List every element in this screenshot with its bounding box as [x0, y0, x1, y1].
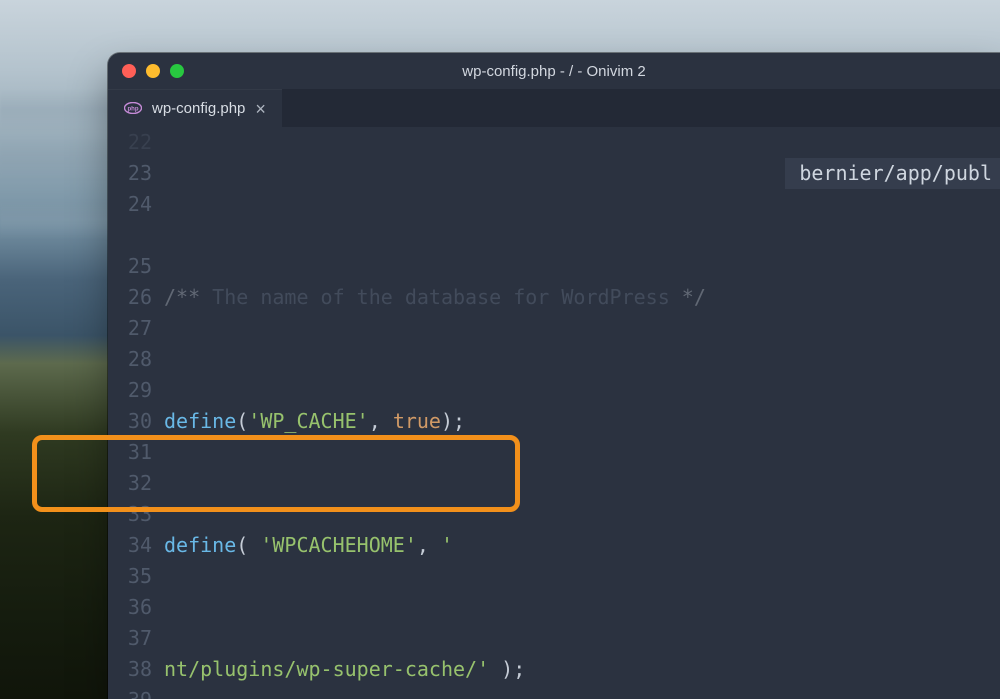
- tab-bar: php wp-config.php ×: [108, 89, 1000, 127]
- titlebar: wp-config.php - / - Onivim 2: [108, 53, 1000, 89]
- code-line: /** The name of the database for WordPre…: [164, 282, 1000, 313]
- traffic-lights: [122, 64, 184, 78]
- tab-filename: wp-config.php: [152, 100, 245, 117]
- php-file-icon: php: [124, 101, 142, 117]
- minimize-window-button[interactable]: [146, 64, 160, 78]
- code-line: nt/plugins/wp-super-cache/' );: [164, 654, 1000, 685]
- tab-wp-config[interactable]: php wp-config.php ×: [108, 89, 282, 127]
- editor-window: wp-config.php - / - Onivim 2 php wp-conf…: [108, 53, 1000, 699]
- svg-text:php: php: [128, 106, 139, 112]
- code-area[interactable]: bernier/app/publ /** The name of the dat…: [164, 127, 1000, 699]
- path-breadcrumb: bernier/app/publ: [785, 158, 1000, 189]
- tab-close-icon[interactable]: ×: [255, 100, 266, 118]
- code-line: define('WP_CACHE', true);: [164, 406, 1000, 437]
- line-number-gutter: 222324252627282930313233343536373839: [108, 127, 164, 699]
- code-editor[interactable]: 222324252627282930313233343536373839 ber…: [108, 127, 1000, 699]
- close-window-button[interactable]: [122, 64, 136, 78]
- code-line: define( 'WPCACHEHOME', ': [164, 530, 1000, 561]
- window-title: wp-config.php - / - Onivim 2: [108, 63, 1000, 80]
- zoom-window-button[interactable]: [170, 64, 184, 78]
